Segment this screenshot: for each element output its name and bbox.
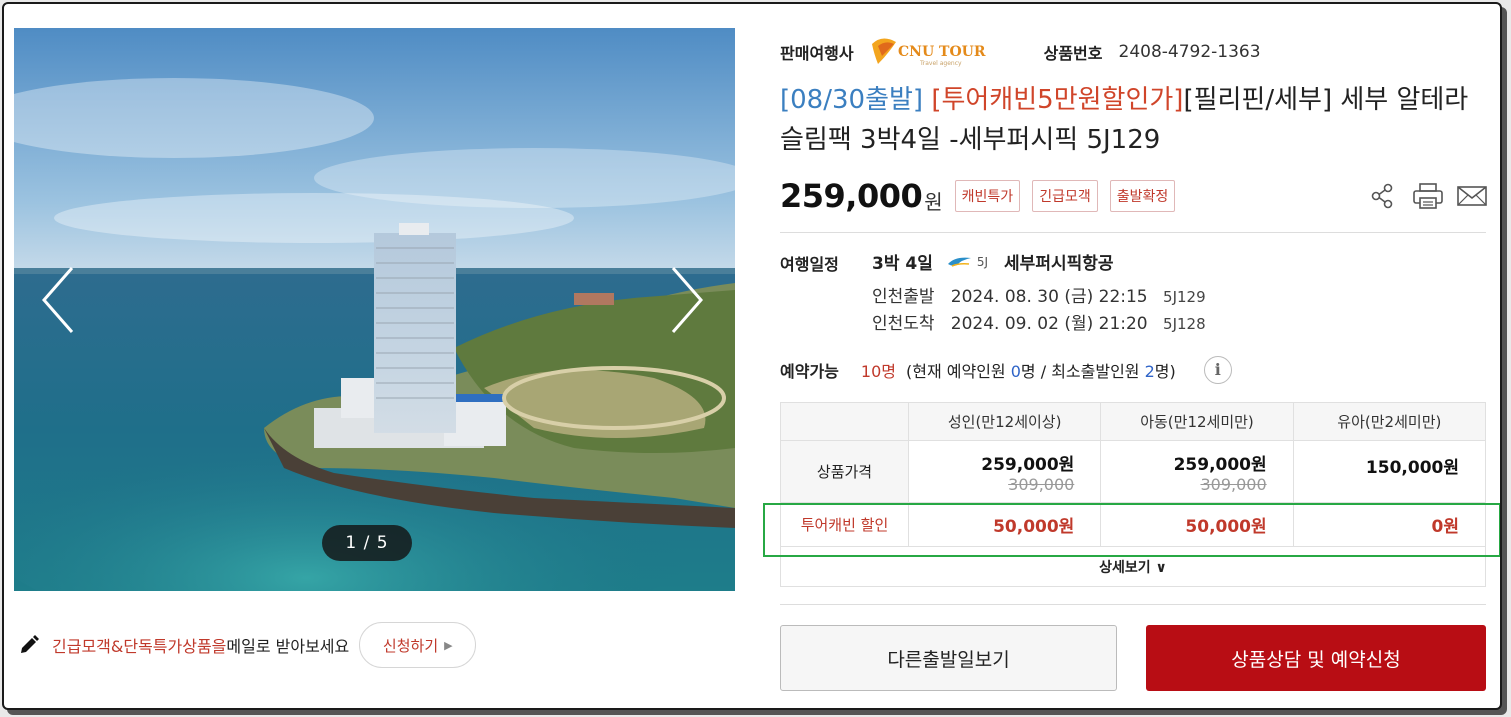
itinerary-label: 여행일정 — [780, 255, 839, 274]
child-price: 259,000원 — [1173, 454, 1267, 475]
product-panel: 1 / 5 긴급모객&단독특가상품을 메일로 받아보세요 신청하기 ▶ 판매여행… — [2, 2, 1502, 710]
product-no-label: 상품번호 — [1043, 44, 1103, 63]
detail-toggle-button[interactable]: 상세보기 ∨ — [1099, 560, 1167, 576]
detail-cell: 상세보기 ∨ — [780, 546, 1486, 587]
depart-row: 인천출발 2024. 08. 30 (금) 22:15 5J129 — [872, 282, 1206, 307]
divider — [780, 604, 1486, 605]
fare-table: 성인(만12세이상) 아동(만12세미만) 유아(만2세미만) 상품가격 259… — [780, 402, 1487, 587]
arrive-datetime: 2024. 09. 02 (월) 21:20 — [950, 314, 1148, 334]
airline-name: 세부퍼시픽항공 — [1004, 254, 1114, 274]
infant-discount: 0원 — [1292, 502, 1487, 547]
badge-cabin-special: 캐빈특가 — [954, 180, 1021, 212]
adult-price: 259,000원 — [981, 454, 1075, 475]
fare-adult-cell: 259,000원 309,000 — [907, 440, 1102, 503]
trip-duration: 3박 4일 — [872, 254, 933, 274]
photo-gallery[interactable]: 1 / 5 — [14, 28, 735, 591]
fare-discount-row: 투어캐빈 할인 50,000원 50,000원 0원 — [780, 502, 1487, 547]
fare-header-adult: 성인(만12세이상) — [907, 402, 1102, 441]
fare-header-empty — [780, 402, 909, 441]
price-row: 259,000 원 캐빈특가 긴급모객 출발확정 — [780, 174, 1487, 218]
info-icon[interactable]: i — [1203, 356, 1232, 384]
current-bookings: 0 — [1010, 362, 1021, 381]
availability: 예약가능 10명 (현재 예약인원 0명 / 최소출발인원 2명) i — [780, 356, 1486, 384]
fare-infant-cell: 150,000원 — [1292, 440, 1487, 503]
child-original-price: 309,000 — [1200, 474, 1267, 494]
fare-price-label: 상품가격 — [780, 440, 909, 503]
title-discount-tag: [투어캐빈5만원할인가] — [931, 85, 1184, 115]
airline-logo-icon — [947, 257, 971, 267]
price-amount: 259,000 — [780, 177, 923, 215]
play-icon: ▶ — [444, 638, 453, 652]
seller-label: 판매여행사 — [780, 44, 854, 63]
seller-row: 판매여행사 CNU TOUR Travel agency 상품번호 2408-4… — [780, 34, 1486, 70]
subscribe-text: 메일로 받아보세요 — [226, 637, 350, 656]
print-icon[interactable] — [1412, 182, 1443, 210]
mail-icon[interactable] — [1456, 182, 1487, 210]
depart-label: 인천출발 — [872, 287, 935, 307]
arrive-row: 인천도착 2024. 09. 02 (월) 21:20 5J128 — [872, 309, 1206, 334]
chevron-left-icon[interactable] — [36, 260, 86, 340]
fare-price-row: 상품가격 259,000원 309,000 259,000원 309,000 150… — [780, 440, 1487, 503]
booking-status-text: 명 / 최소출발인원 — [1020, 362, 1145, 381]
min-departure: 2 — [1144, 362, 1155, 381]
arrive-label: 인천도착 — [872, 314, 935, 334]
price-unit: 원 — [924, 189, 943, 214]
chevron-right-icon[interactable] — [659, 260, 709, 340]
badge-urgent: 긴급모객 — [1032, 180, 1098, 212]
adult-original-price: 309,000 — [1008, 474, 1075, 494]
mail-subscribe: 긴급모객&단독특가상품을 메일로 받아보세요 신청하기 ▶ — [18, 622, 477, 668]
discount-label: 투어캐빈 할인 — [780, 502, 909, 547]
title-departure-tag: [08/30출발] — [780, 85, 924, 115]
seats-available: 10명 — [860, 362, 896, 381]
fare-header-infant: 유아(만2세미만) — [1292, 402, 1487, 441]
badge-confirmed: 출발확정 — [1109, 180, 1176, 212]
subscribe-highlight: 긴급모객&단독특가상품을 — [52, 637, 227, 656]
fare-header-child: 아동(만12세미만) — [1100, 402, 1294, 441]
product-no: 2408-4792-1363 — [1118, 42, 1261, 62]
other-dates-button[interactable]: 다른출발일보기 — [780, 625, 1117, 691]
booking-status-text: 명) — [1154, 362, 1176, 381]
share-tools — [1368, 182, 1487, 210]
booking-status-text: (현재 예약인원 — [905, 362, 1011, 381]
apply-button[interactable]: 신청하기 ▶ — [359, 622, 477, 668]
logo-text: CNU TOUR — [898, 44, 986, 60]
divider — [780, 232, 1486, 233]
fare-header-row: 성인(만12세이상) 아동(만12세미만) 유아(만2세미만) — [780, 402, 1487, 441]
child-discount: 50,000원 — [1100, 502, 1294, 547]
hotel-aerial-photo — [14, 28, 735, 591]
logo-subtext: Travel agency — [919, 60, 962, 67]
agency-logo: CNU TOUR Travel agency — [868, 34, 1008, 70]
fare-child-cell: 259,000원 309,000 — [1100, 440, 1294, 503]
airline-code: 5J — [976, 254, 989, 269]
infant-price: 150,000원 — [1365, 458, 1459, 478]
depart-datetime: 2024. 08. 30 (금) 22:15 — [950, 287, 1148, 307]
booking-status: (현재 예약인원 0명 / 최소출발인원 2명) — [906, 358, 1176, 382]
slide-counter: 1 / 5 — [322, 525, 412, 561]
pencil-icon — [21, 635, 39, 653]
arrive-flight: 5J128 — [1163, 315, 1206, 333]
apply-button-label: 신청하기 — [382, 636, 439, 655]
fare-detail-row: 상세보기 ∨ — [780, 546, 1486, 587]
itinerary-summary: 3박 4일 5J 세부퍼시픽항공 — [872, 249, 1114, 274]
book-request-button[interactable]: 상품상담 및 예약신청 — [1146, 625, 1486, 691]
product-title: [08/30출발] [투어캐빈5만원할인가][필리핀/세부] 세부 알테라 슬림… — [780, 80, 1480, 160]
adult-discount: 50,000원 — [907, 502, 1102, 547]
availability-label: 예약가능 — [780, 362, 839, 381]
depart-flight: 5J129 — [1163, 288, 1206, 306]
share-icon[interactable] — [1368, 182, 1398, 210]
